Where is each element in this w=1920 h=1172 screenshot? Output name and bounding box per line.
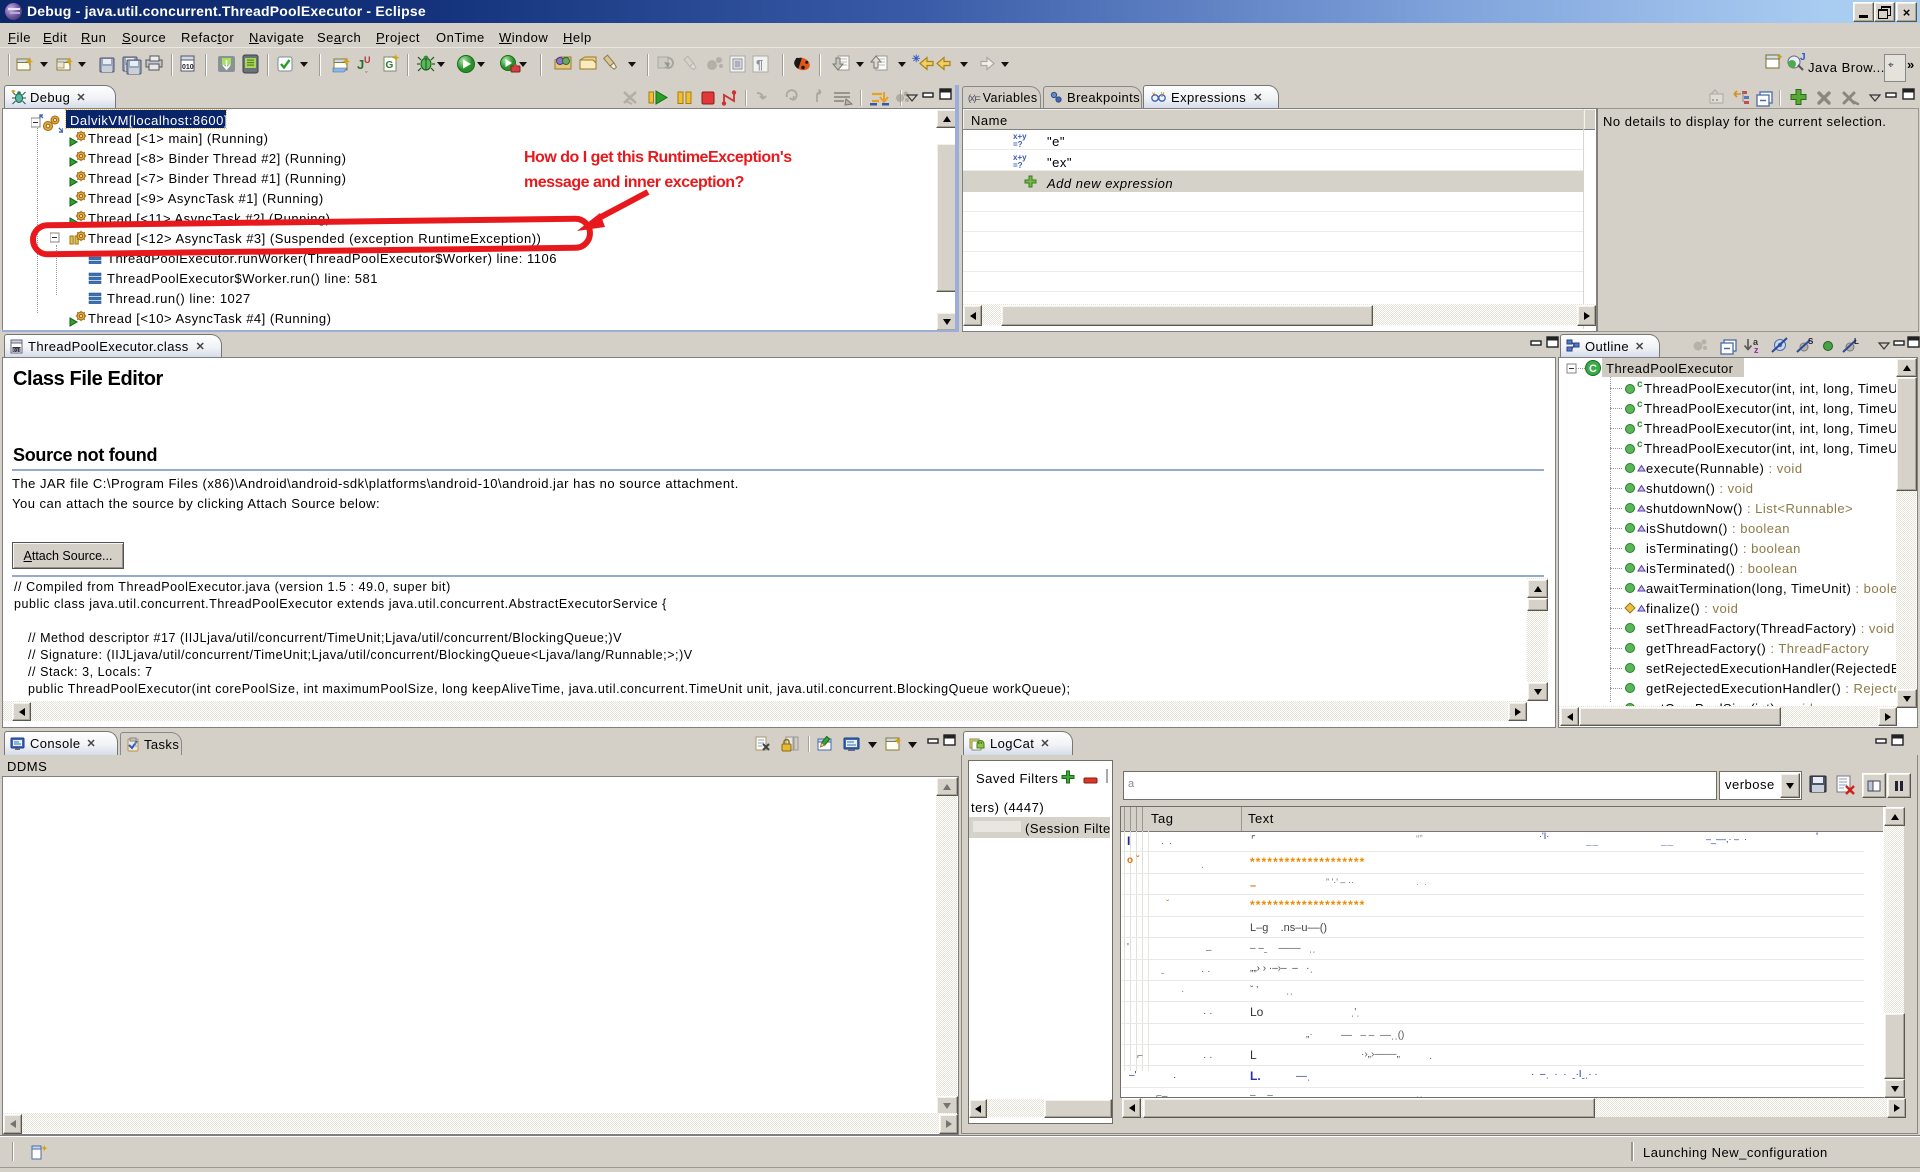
svg-text:010: 010: [182, 64, 194, 71]
svg-text:✦: ✦: [894, 736, 902, 746]
svg-text:✳: ✳: [912, 54, 921, 65]
svg-text:¶: ¶: [756, 57, 763, 72]
svg-text:c: c: [1637, 399, 1643, 410]
svg-text:=?: =?: [1013, 140, 1023, 148]
svg-text:ˬ: ˬ: [365, 64, 368, 73]
svg-text:c: c: [1637, 419, 1643, 430]
svg-text:L: L: [1854, 337, 1859, 346]
svg-text:c: c: [1637, 379, 1643, 390]
svg-text:J: J: [1800, 52, 1806, 63]
svg-text:y: y: [1161, 91, 1165, 98]
svg-text:c: c: [1637, 439, 1643, 450]
svg-text:S: S: [1808, 337, 1814, 346]
svg-text:010: 010: [13, 347, 22, 352]
svg-text:✦: ✦: [41, 1144, 48, 1153]
svg-text:=?: =?: [1013, 161, 1023, 169]
svg-text:x: x: [1152, 91, 1156, 98]
svg-text:z: z: [1754, 345, 1759, 355]
svg-text:C: C: [1589, 363, 1597, 375]
svg-text:✦: ✦: [1776, 52, 1784, 62]
svg-text:✦: ✦: [392, 53, 400, 63]
